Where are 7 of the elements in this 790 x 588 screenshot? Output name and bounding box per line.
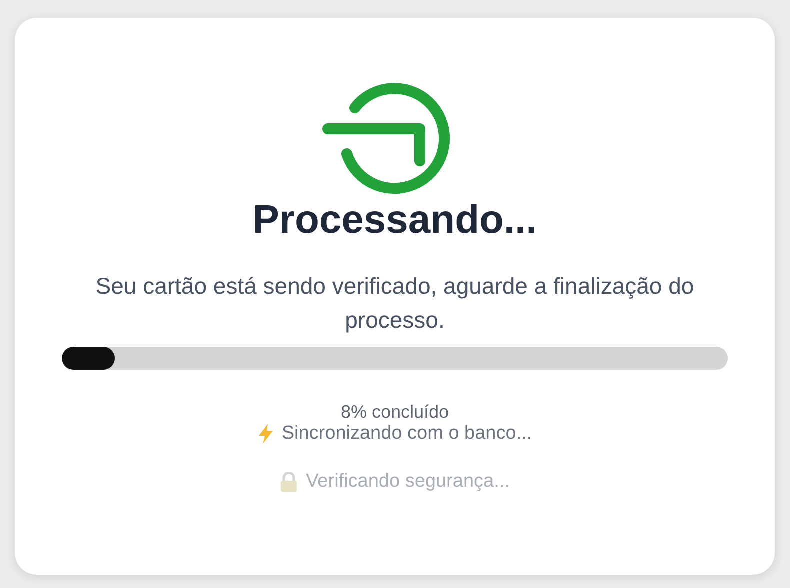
lock-icon [280, 472, 298, 492]
progress-reading: 8% concluído [340, 402, 450, 423]
message: Seu cartão está sendo verificado, aguarde a finalização do processo. [94, 272, 696, 335]
status-text: Sincronizando com o banco... [282, 423, 532, 445]
status-text: Verificando segurança... [306, 471, 510, 493]
lightning-icon [258, 424, 274, 444]
title: Processando... [252, 198, 538, 243]
